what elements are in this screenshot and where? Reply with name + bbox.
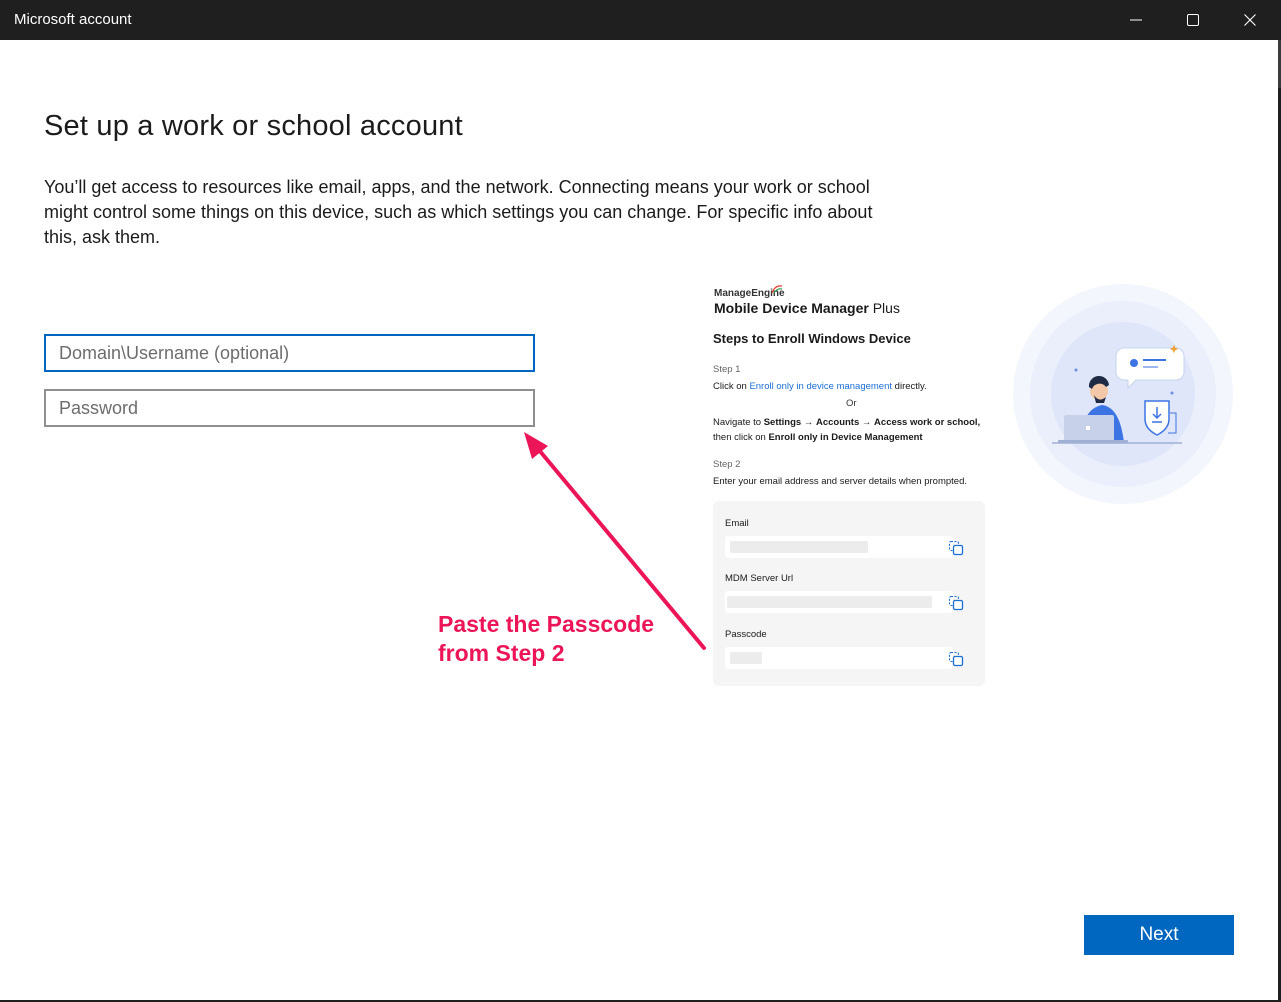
- annotation-text: Paste the Passcode from Step 2: [438, 610, 698, 668]
- copy-icon: [947, 650, 965, 668]
- nav-arrow-2: →: [861, 417, 872, 428]
- credentials-card: Email MDM Server Url Passcode: [713, 501, 985, 686]
- enroll-link: Enroll only in device management: [749, 381, 893, 392]
- product-name-main: Mobile Device Manager: [714, 300, 869, 316]
- blurred-text: [727, 596, 932, 608]
- product-name-suffix: Plus: [872, 300, 900, 316]
- nav-then: then click on: [713, 432, 766, 443]
- email-label: Email: [725, 518, 749, 529]
- step1-prefix: Click on: [713, 381, 747, 392]
- annotation-line-2: from Step 2: [438, 640, 565, 666]
- step2-label: Step 2: [713, 459, 741, 470]
- nav-access: Access work or school,: [874, 417, 981, 428]
- passcode-value: [725, 647, 953, 669]
- nav-accounts: Accounts: [815, 417, 860, 428]
- nav-arrow-1: →: [803, 417, 814, 428]
- step1-instruction: Click on Enroll only in device managemen…: [713, 381, 927, 392]
- blurred-text: [730, 541, 868, 553]
- brand-leaf-icon: [771, 285, 783, 294]
- annotation-line-1: Paste the Passcode: [438, 611, 655, 637]
- mdm-server-url-value: [725, 591, 953, 613]
- step1-label: Step 1: [713, 364, 741, 375]
- navigation-instruction: Navigate to Settings → Accounts → Access…: [713, 415, 980, 445]
- next-button[interactable]: Next: [1084, 915, 1234, 955]
- email-value: [725, 536, 953, 558]
- or-separator: Or: [846, 398, 857, 409]
- mdm-server-url-label: MDM Server Url: [725, 573, 794, 584]
- blurred-text: [730, 652, 762, 664]
- guide-title: Steps to Enroll Windows Device: [713, 331, 911, 346]
- step1-suffix: directly.: [894, 381, 927, 392]
- enrollment-guide: ManageEngine Mobile Device Manager Plus …: [705, 280, 995, 690]
- passcode-label: Passcode: [725, 629, 767, 640]
- copy-icon: [947, 594, 965, 612]
- product-name: Mobile Device Manager Plus: [714, 300, 900, 316]
- nav-settings: Settings: [763, 417, 802, 428]
- nav-enroll: Enroll only in Device Management: [768, 432, 923, 443]
- nav-prefix: Navigate to: [713, 417, 762, 428]
- step2-instruction: Enter your email address and server deta…: [713, 476, 967, 487]
- copy-icon: [947, 539, 965, 557]
- enrollment-illustration: [1013, 284, 1233, 504]
